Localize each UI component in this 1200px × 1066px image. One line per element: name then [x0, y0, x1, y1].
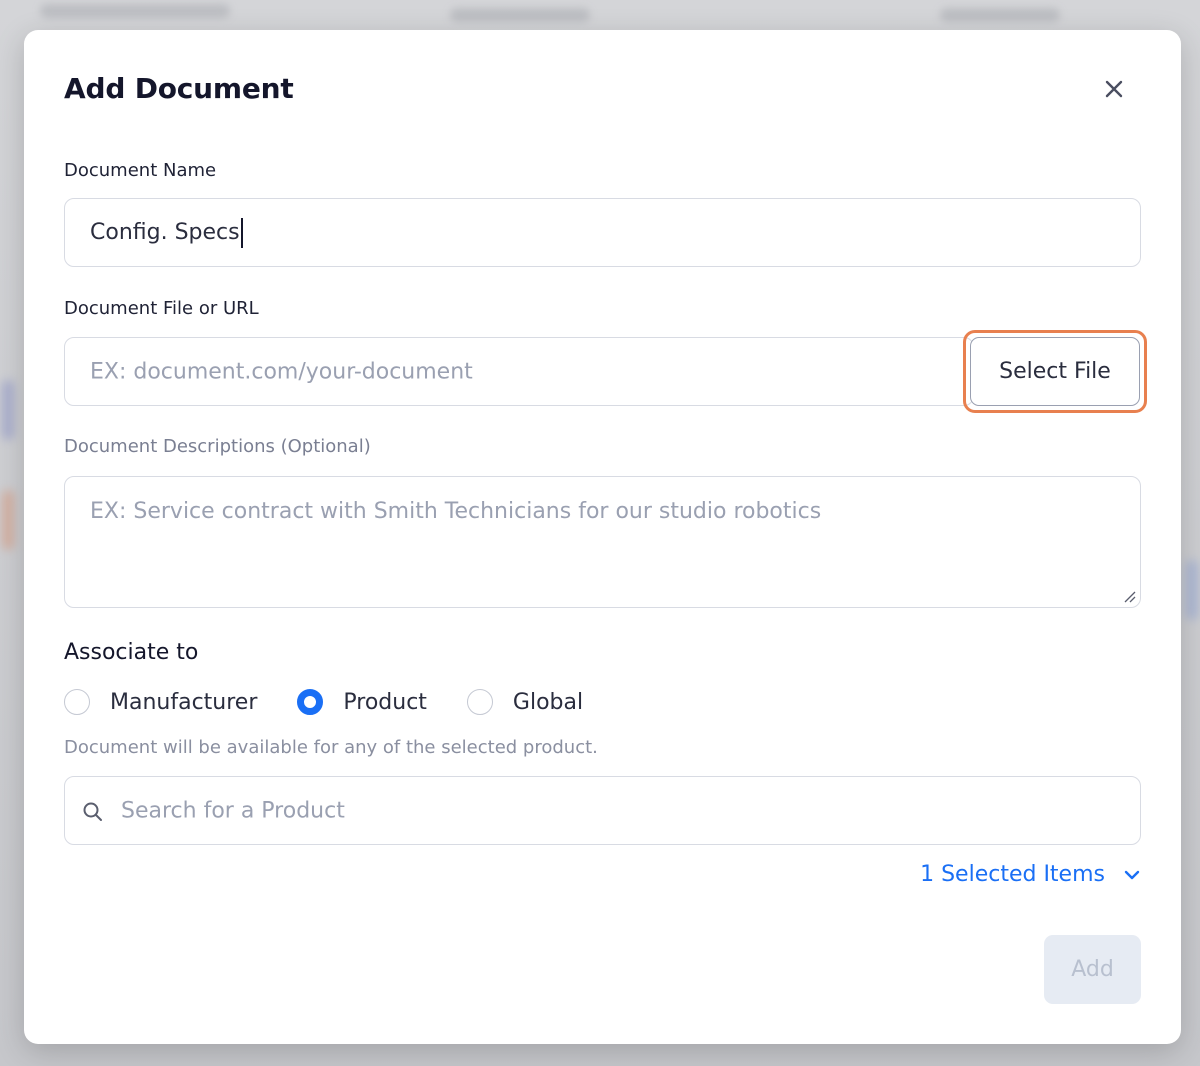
document-name-label: Document Name — [64, 160, 217, 181]
search-icon — [83, 802, 102, 821]
background-blur — [40, 4, 230, 18]
modal-title: Add Document — [64, 72, 294, 105]
description-placeholder: EX: Service contract with Smith Technici… — [90, 499, 822, 524]
document-name-input[interactable]: Config. Specs — [64, 198, 1141, 267]
background-blur — [940, 8, 1060, 22]
selected-items-toggle[interactable]: 1 Selected Items — [920, 862, 1141, 887]
document-url-placeholder: EX: document.com/your-document — [90, 359, 473, 384]
description-label: Document Descriptions (Optional) — [64, 436, 371, 457]
add-button[interactable]: Add — [1044, 935, 1141, 1004]
radio-global[interactable] — [466, 689, 493, 715]
background-blur — [2, 490, 14, 550]
close-icon — [1105, 80, 1123, 98]
document-url-input[interactable]: EX: document.com/your-document — [64, 337, 974, 406]
radio-option-product[interactable]: Product — [297, 689, 427, 715]
text-caret — [240, 217, 243, 248]
background-blur — [450, 8, 590, 22]
associate-title: Associate to — [64, 640, 199, 665]
add-document-modal: Add Document Document Name Config. Specs… — [24, 30, 1181, 1044]
radio-product[interactable] — [297, 689, 324, 715]
radio-manufacturer[interactable] — [64, 689, 90, 715]
radio-option-manufacturer[interactable]: Manufacturer — [64, 689, 257, 715]
chevron-down-icon — [1124, 870, 1140, 879]
associate-helper-text: Document will be available for any of th… — [64, 737, 598, 758]
radio-option-global[interactable]: Global — [466, 689, 584, 715]
associate-radio-group: Manufacturer Product Global — [64, 685, 623, 719]
radio-label-manufacturer: Manufacturer — [110, 689, 258, 715]
search-placeholder: Search for a Product — [121, 798, 345, 823]
radio-label-global: Global — [512, 689, 584, 715]
background-blur — [1186, 560, 1198, 620]
radio-label-product: Product — [343, 689, 427, 715]
document-file-label: Document File or URL — [64, 298, 259, 319]
select-file-button[interactable]: Select File — [970, 337, 1140, 406]
background-blur — [2, 380, 14, 440]
close-button[interactable] — [1099, 74, 1129, 104]
resize-handle-icon[interactable] — [1120, 587, 1136, 603]
selected-items-label: 1 Selected Items — [920, 862, 1105, 887]
product-search-input[interactable]: Search for a Product — [64, 776, 1141, 845]
document-name-value: Config. Specs — [90, 220, 240, 245]
description-textarea[interactable]: EX: Service contract with Smith Technici… — [64, 476, 1141, 608]
